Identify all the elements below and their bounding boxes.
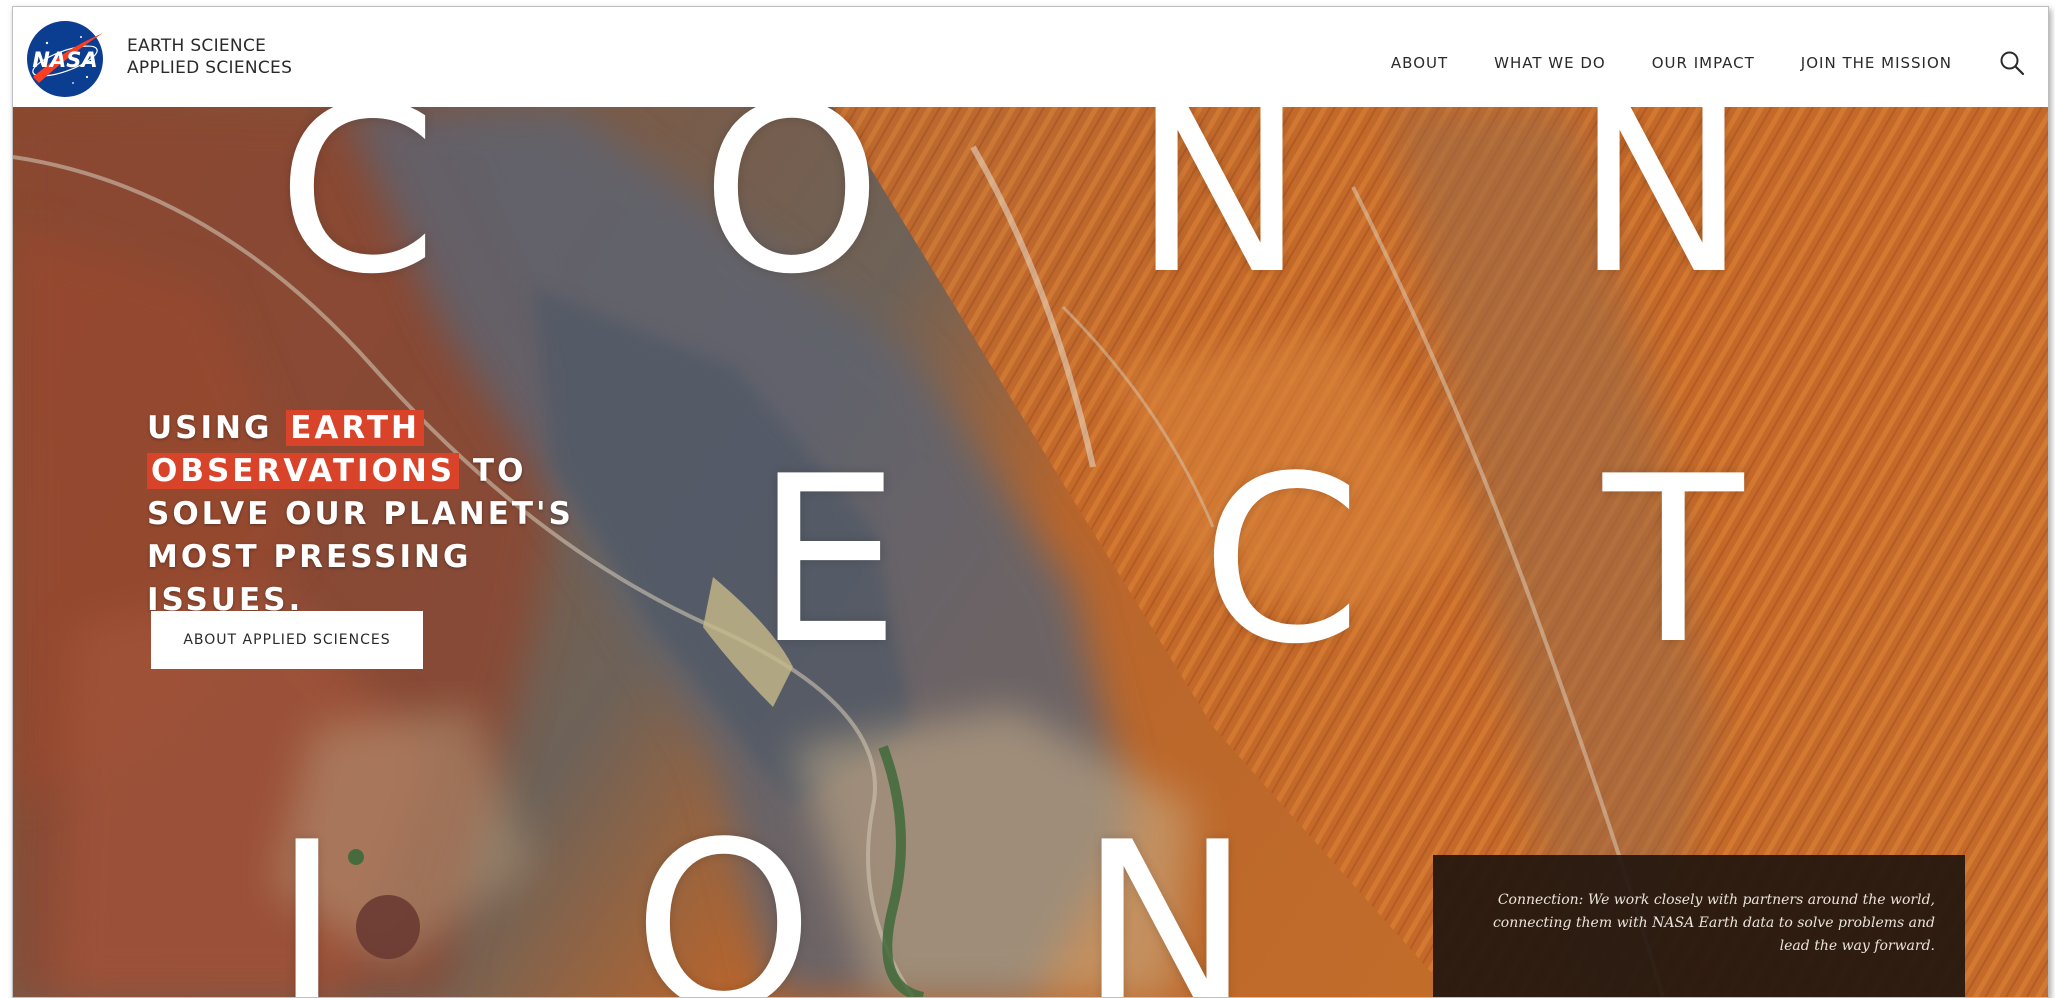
hero-letter-n-3: N xyxy=(1079,794,1252,998)
nav-about[interactable]: ABOUT xyxy=(1391,54,1448,72)
nasa-logo[interactable]: NASA xyxy=(25,19,105,99)
image-caption: Connection: We work closely with partner… xyxy=(1492,892,1935,954)
hero-letter-i: I xyxy=(273,794,341,998)
logo-wordmark: NASA xyxy=(32,48,97,72)
hero-letter-t: T xyxy=(1603,428,1744,695)
hero-letter-o-2: O xyxy=(633,794,815,998)
brand-line-1: EARTH SCIENCE xyxy=(127,36,267,56)
brand-line-2: APPLIED SCIENCES xyxy=(127,58,293,78)
hero-letter-c-2: C xyxy=(1201,428,1362,695)
hero-letter-c: C xyxy=(277,107,438,325)
site-brand[interactable]: EARTH SCIENCE APPLIED SCIENCES xyxy=(127,35,292,79)
nav-our-impact[interactable]: OUR IMPACT xyxy=(1652,54,1755,72)
hero-tagline: USING EARTH OBSERVATIONS TO SOLVE OUR PL… xyxy=(147,407,617,622)
tagline-part-1: USING xyxy=(147,410,287,446)
image-caption-box: Connection: We work closely with partner… xyxy=(1433,855,1965,997)
hero-letter-o: O xyxy=(701,107,883,325)
tagline-highlight-earth: EARTH xyxy=(286,410,424,446)
tagline-highlight-observations: OBSERVATIONS xyxy=(147,453,460,489)
nav-what-we-do[interactable]: WHAT WE DO xyxy=(1494,54,1606,72)
site-header: NASA EARTH SCIENCE APPLIED SCIENCES ABOU… xyxy=(13,7,2048,107)
hero-letter-n: N xyxy=(1133,107,1306,325)
main-nav: ABOUT WHAT WE DO OUR IMPACT JOIN THE MIS… xyxy=(1391,48,2048,78)
hero-section: C O N N E C T I O N USING EARTH OBSERVAT… xyxy=(13,107,2048,997)
hero-letter-n-2: N xyxy=(1575,107,1748,325)
browser-viewport: NASA EARTH SCIENCE APPLIED SCIENCES ABOU… xyxy=(12,6,2049,998)
search-icon[interactable] xyxy=(1998,49,2026,77)
about-applied-sciences-button[interactable]: ABOUT APPLIED SCIENCES xyxy=(151,611,423,669)
nav-join-the-mission[interactable]: JOIN THE MISSION xyxy=(1801,54,1952,72)
hero-letter-e: E xyxy=(755,428,901,695)
